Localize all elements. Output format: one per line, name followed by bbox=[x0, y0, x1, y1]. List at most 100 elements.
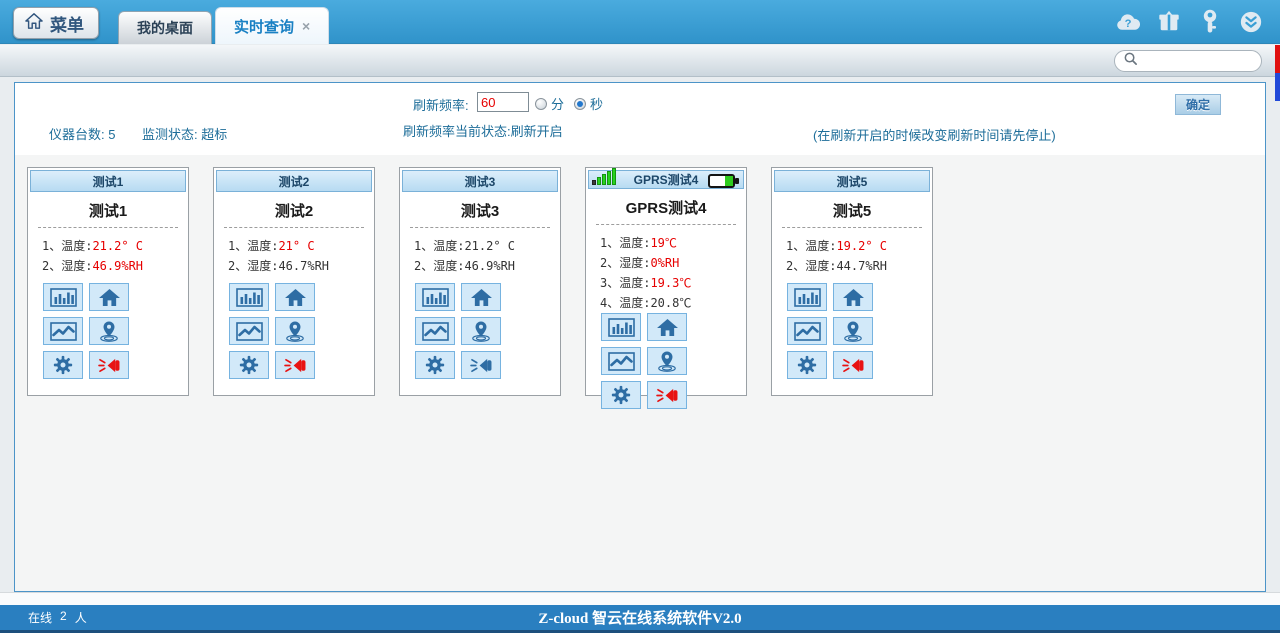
search-input[interactable] bbox=[1143, 54, 1253, 68]
card-header-title: 测试5 bbox=[837, 173, 868, 190]
tab-bar: 我的桌面 实时查询 × bbox=[118, 0, 332, 44]
trend-chart-button[interactable] bbox=[601, 347, 641, 375]
tab-my-desktop[interactable]: 我的桌面 bbox=[118, 11, 212, 44]
reading-row: 2、湿度:0%RH bbox=[600, 253, 746, 273]
reading-row: 1、温度:19℃ bbox=[600, 233, 746, 253]
refresh-note-text: (在刷新开启的时候改变刷新时间请先停止) bbox=[813, 125, 1056, 144]
card-title: 测试1 bbox=[28, 200, 188, 221]
reading-row: 2、湿度:44.7%RH bbox=[786, 256, 932, 276]
card-header-title: 测试3 bbox=[465, 173, 496, 190]
card-header[interactable]: 测试2 bbox=[216, 170, 372, 192]
menu-button[interactable]: 菜单 bbox=[13, 7, 99, 39]
refresh-rate-input[interactable] bbox=[477, 92, 529, 112]
card-header[interactable]: 测试1 bbox=[30, 170, 186, 192]
radio-minutes-label: 分 bbox=[551, 94, 564, 113]
radio-seconds-label: 秒 bbox=[590, 94, 603, 113]
refresh-status-text: 刷新频率当前状态:刷新开启 bbox=[403, 121, 563, 140]
trend-chart-button[interactable] bbox=[415, 317, 455, 345]
tab-close-icon[interactable]: × bbox=[302, 19, 310, 33]
card-action-grid bbox=[586, 313, 746, 425]
settings-button[interactable] bbox=[415, 351, 455, 379]
device-card-gprs-test4: GPRS测试4 GPRS测试4 1、温度:19℃ 2、湿度:0%RH 3、温度:… bbox=[585, 167, 747, 396]
key-icon[interactable] bbox=[1197, 9, 1223, 35]
search-box[interactable] bbox=[1114, 50, 1262, 72]
card-header-title: 测试2 bbox=[279, 173, 310, 190]
online-label: 在线 bbox=[28, 609, 52, 626]
settings-button[interactable] bbox=[787, 351, 827, 379]
card-header[interactable]: 测试5 bbox=[774, 170, 930, 192]
app-window: 菜单 我的桌面 实时查询 × ? bbox=[0, 0, 1280, 633]
card-action-grid bbox=[400, 283, 560, 395]
device-card-test1: 测试1 测试1 1、温度:21.2° C 2、湿度:46.9%RH bbox=[27, 167, 189, 396]
alarm-button[interactable] bbox=[833, 351, 873, 379]
refresh-unit-radios: 分 秒 bbox=[535, 94, 609, 113]
menu-button-label: 菜单 bbox=[50, 11, 84, 36]
card-title: 测试2 bbox=[214, 200, 374, 221]
tab-realtime-query[interactable]: 实时查询 × bbox=[215, 7, 329, 44]
card-title: GPRS测试4 bbox=[586, 197, 746, 218]
readings-list: 1、温度:21.2° C 2、湿度:46.9%RH bbox=[28, 232, 188, 276]
signal-strength-icon bbox=[592, 168, 616, 185]
card-header-title: 测试1 bbox=[93, 173, 124, 190]
reading-row: 1、温度:21.2° C bbox=[414, 236, 560, 256]
location-button[interactable] bbox=[833, 317, 873, 345]
trend-chart-button[interactable] bbox=[43, 317, 83, 345]
reading-row: 1、温度:19.2° C bbox=[786, 236, 932, 256]
card-header-title: GPRS测试4 bbox=[634, 171, 699, 188]
collapse-icon[interactable] bbox=[1238, 9, 1264, 35]
dashed-separator bbox=[782, 227, 922, 228]
dashed-separator bbox=[596, 224, 736, 225]
location-button[interactable] bbox=[647, 347, 687, 375]
card-header[interactable]: GPRS测试4 bbox=[588, 170, 744, 189]
settings-button[interactable] bbox=[43, 351, 83, 379]
status-item: 仪器台数: 5 bbox=[49, 126, 115, 144]
settings-button[interactable] bbox=[601, 381, 641, 409]
alarm-button[interactable] bbox=[89, 351, 129, 379]
edge-marker-red bbox=[1275, 45, 1280, 73]
home-button[interactable] bbox=[461, 283, 501, 311]
settings-button[interactable] bbox=[229, 351, 269, 379]
readings-list: 1、温度:19℃ 2、湿度:0%RH 3、温度:19.3℃ 4、温度:20.8℃ bbox=[586, 229, 746, 313]
home-outline-icon bbox=[24, 12, 44, 35]
device-cards-area: 测试1 测试1 1、温度:21.2° C 2、湿度:46.9%RH bbox=[15, 155, 1265, 591]
edge-marker-blue bbox=[1275, 73, 1280, 101]
alarm-button[interactable] bbox=[275, 351, 315, 379]
gift-icon[interactable] bbox=[1156, 9, 1182, 35]
bar-chart-button[interactable] bbox=[43, 283, 83, 311]
online-unit: 人 bbox=[75, 609, 87, 626]
location-button[interactable] bbox=[89, 317, 129, 345]
dashed-separator bbox=[410, 227, 550, 228]
home-button[interactable] bbox=[89, 283, 129, 311]
online-users-info: 在线 2 人 bbox=[28, 609, 87, 626]
location-button[interactable] bbox=[461, 317, 501, 345]
bar-chart-button[interactable] bbox=[229, 283, 269, 311]
card-action-grid bbox=[772, 283, 932, 395]
battery-icon bbox=[708, 174, 735, 188]
home-button[interactable] bbox=[275, 283, 315, 311]
alarm-button[interactable] bbox=[647, 381, 687, 409]
alarm-button[interactable] bbox=[461, 351, 501, 379]
bar-chart-button[interactable] bbox=[415, 283, 455, 311]
online-count: 2 bbox=[60, 609, 67, 626]
reading-row: 3、温度:19.3℃ bbox=[600, 273, 746, 293]
location-button[interactable] bbox=[275, 317, 315, 345]
bar-chart-button[interactable] bbox=[601, 313, 641, 341]
trend-chart-button[interactable] bbox=[229, 317, 269, 345]
footer-bar: 在线 2 人 Z-cloud 智云在线系统软件V2.0 bbox=[0, 605, 1280, 630]
confirm-button[interactable]: 确定 bbox=[1175, 94, 1221, 115]
home-button[interactable] bbox=[647, 313, 687, 341]
app-title: Z-cloud 智云在线系统软件V2.0 bbox=[0, 607, 1280, 628]
card-header[interactable]: 测试3 bbox=[402, 170, 558, 192]
readings-list: 1、温度:19.2° C 2、湿度:44.7%RH bbox=[772, 232, 932, 276]
tab-label: 实时查询 bbox=[234, 16, 294, 37]
home-button[interactable] bbox=[833, 283, 873, 311]
reading-row: 1、温度:21.2° C bbox=[42, 236, 188, 256]
radio-minutes[interactable] bbox=[535, 98, 547, 110]
radio-seconds[interactable] bbox=[574, 98, 586, 110]
cloud-help-icon[interactable]: ? bbox=[1115, 9, 1141, 35]
dashed-separator bbox=[224, 227, 364, 228]
trend-chart-button[interactable] bbox=[787, 317, 827, 345]
readings-list: 1、温度:21.2° C 2、湿度:46.9%RH bbox=[400, 232, 560, 276]
reading-row: 2、湿度:46.9%RH bbox=[414, 256, 560, 276]
bar-chart-button[interactable] bbox=[787, 283, 827, 311]
